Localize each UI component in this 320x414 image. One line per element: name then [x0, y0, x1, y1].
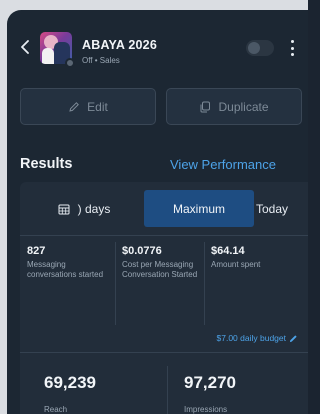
calendar-icon [58, 204, 70, 214]
status-dot [65, 58, 75, 68]
metric-label: Amount spent [211, 260, 261, 269]
reach-label: Reach [44, 405, 68, 414]
duplicate-icon [200, 101, 211, 112]
back-arrow-icon [21, 40, 29, 54]
impressions-label: Impressions [184, 405, 228, 414]
campaign-status: Off • Sales [82, 56, 120, 65]
edit-button[interactable]: Edit [20, 88, 156, 125]
impressions-value: 97,270 [184, 373, 236, 392]
metric-amount-spent: $64.14 Amount spent [211, 245, 295, 270]
edit-pencil-icon [289, 334, 297, 342]
results-heading: Results [20, 156, 73, 172]
reach-value: 69,239 [44, 373, 96, 392]
tab-days-label: ) days [77, 201, 111, 216]
back-button[interactable] [17, 37, 33, 57]
divider [115, 242, 116, 325]
metric-conversations: 827 Messaging conversations started [27, 245, 111, 280]
results-card: ) days Maximum Today 827 Messaging conve… [20, 182, 308, 414]
divider [204, 242, 205, 325]
metric-label: Cost per Messaging Conversation Started [122, 260, 198, 279]
daily-budget-link[interactable]: $7.00 daily budget [217, 333, 298, 343]
edit-label: Edit [87, 99, 108, 114]
campaign-header: ABAYA 2026 Off • Sales [7, 10, 308, 78]
duplicate-label: Duplicate [218, 99, 269, 114]
tab-days[interactable]: ) days [32, 190, 136, 227]
metric-value: 827 [27, 245, 46, 257]
tab-maximum[interactable]: Maximum [144, 190, 254, 227]
campaign-title: ABAYA 2026 [82, 38, 157, 52]
divider [167, 366, 168, 414]
date-range-tabs: ) days Maximum Today [20, 190, 308, 227]
view-performance-link[interactable]: View Performance [170, 157, 276, 172]
device-frame: ABAYA 2026 Off • Sales Edit Duplicate Re… [0, 0, 308, 414]
toggle-knob [248, 42, 260, 54]
campaign-toggle[interactable] [246, 40, 274, 56]
daily-budget-label: $7.00 daily budget [216, 333, 286, 343]
metric-value: $0.0776 [122, 245, 162, 257]
pencil-icon [69, 101, 80, 112]
metric-cost-per-conversation: $0.0776 Cost per Messaging Conversation … [122, 245, 206, 280]
more-options-icon[interactable] [289, 40, 295, 56]
tab-today[interactable]: Today [242, 190, 302, 227]
reach-stat: 69,239 Reach [44, 373, 96, 414]
divider [20, 352, 308, 353]
duplicate-button[interactable]: Duplicate [166, 88, 302, 125]
metric-value: $64.14 [211, 245, 245, 257]
app-screen: ABAYA 2026 Off • Sales Edit Duplicate Re… [7, 10, 308, 414]
metric-label: Messaging conversations started [27, 260, 104, 279]
impressions-stat: 97,270 Impressions [184, 373, 236, 414]
divider [20, 235, 308, 236]
